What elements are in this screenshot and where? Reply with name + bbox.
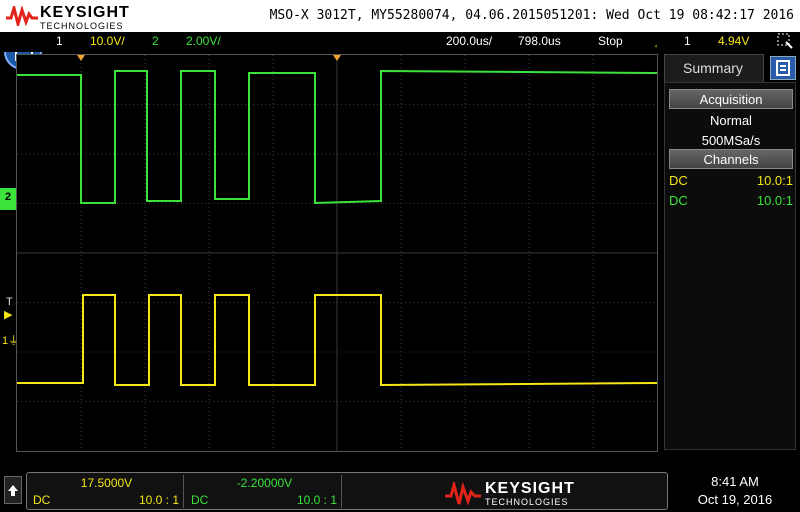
ch2-offset: -2.20000V [236,476,293,490]
channel-1-probe: 10.0:1 [756,173,793,188]
brand-name: KEYSIGHT [40,4,130,21]
ch2-info[interactable]: -2.20000V DC 10.0 : 1 [187,475,342,508]
trigger-level-marker[interactable]: T [6,296,13,308]
ch1-marker-label: 1 [2,335,9,347]
bottom-bar: 17.5000V DC 10.0 : 1 -2.20000V DC 10.0 :… [0,466,800,512]
up-arrow-icon [8,485,18,496]
run-state[interactable]: Stop [598,34,623,48]
summary-tab-label: Summary [683,60,743,76]
keysight-logo-bottom: KEYSIGHT TECHNOLOGIES [445,480,595,508]
ch1-coupling: DC [33,493,51,507]
keysight-wave-icon [6,6,38,26]
trigger-marker-label: T [6,296,13,308]
ch2-ground-marker[interactable]: 2 [0,188,16,210]
touch-lock-icon[interactable] [776,32,794,53]
acquisition-header[interactable]: Acquisition [669,89,793,109]
delay-marker [333,55,341,61]
brand-sub-bottom: TECHNOLOGIES [485,497,569,507]
sidebar-body: Acquisition Normal 500MSa/s Channels DC … [664,82,796,450]
clock: 8:41 AM Oct 19, 2016 [680,474,790,510]
summary-tab[interactable]: Summary [664,54,764,82]
ch1-probe: 10.0 : 1 [138,493,179,507]
up-arrow-button[interactable] [4,476,22,504]
trigger-position-marker [77,55,85,61]
timebase[interactable]: 200.0us/ [446,34,492,48]
acquisition-mode: Normal [710,113,752,128]
waveform-display[interactable] [16,54,658,452]
ch2-probe: 10.0 : 1 [296,493,337,507]
trigger-source[interactable]: 1 [684,34,691,48]
channel-1-coupling: DC [669,173,688,188]
channel-2-coupling: DC [669,193,688,208]
instrument-info: MSO-X 3012T, MY55280074, 04.06.201505120… [269,8,794,23]
clock-date: Oct 19, 2016 [697,492,773,507]
ch1-offset: 17.5000V [80,476,133,490]
ch1-number[interactable]: 1 [56,34,63,48]
menu-icon[interactable] [770,56,796,80]
ch2-coupling: DC [191,493,209,507]
trigger-level[interactable]: 4.94V [718,34,749,48]
ch2-number[interactable]: 2 [152,34,159,48]
channels-header[interactable]: Channels [669,149,793,169]
keysight-logo: KEYSIGHT TECHNOLOGIES [6,4,136,31]
ch2-marker-label: 2 [4,191,12,203]
brand-sub: TECHNOLOGIES [40,21,124,31]
ch2-scale[interactable]: 2.00V/ [186,34,221,48]
channel-2-probe: 10.0:1 [756,193,793,208]
trigger-arrow-icon: ▶ [4,309,13,321]
ch1-info[interactable]: 17.5000V DC 10.0 : 1 [29,475,184,508]
brand-name-bottom: KEYSIGHT [485,480,575,497]
channel-info-panel: 17.5000V DC 10.0 : 1 -2.20000V DC 10.0 :… [26,472,668,510]
ch1-scale[interactable]: 10.0V/ [90,34,125,48]
waveform-svg [17,55,657,451]
summary-sidebar: Summary Acquisition Normal 500MSa/s Chan… [660,54,800,452]
delay[interactable]: 798.0us [518,34,561,48]
header-bar: KEYSIGHT TECHNOLOGIES MSO-X 3012T, MY552… [0,0,800,32]
status-bar: 1 10.0V/ 2 2.00V/ 200.0us/ 798.0us Stop … [0,32,800,52]
keysight-wave-icon-bottom [445,482,481,506]
sample-rate: 500MSa/s [701,133,761,148]
clock-time: 8:41 AM [711,474,759,489]
trigger-edge-icon[interactable]: ˱ [654,34,658,48]
